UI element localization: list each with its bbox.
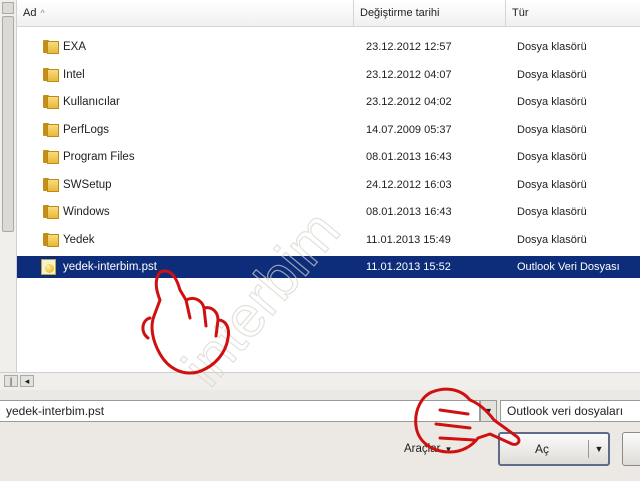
file-row[interactable]: SWSetup 24.12.2012 16:03 Dosya klasörü: [17, 174, 640, 196]
tools-button[interactable]: Araçlar ▼: [404, 438, 452, 460]
file-type: Outlook Veri Dosyası: [517, 261, 620, 273]
chevron-down-icon: ▼: [484, 406, 493, 416]
file-list-pane[interactable]: Ad ^ Değiştirme tarihi Tür EXA 23.12.2012 …: [0, 0, 640, 372]
file-name: SWSetup: [63, 179, 112, 191]
file-date: 24.12.2012 16:03: [366, 179, 452, 191]
file-type: Dosya klasörü: [517, 96, 587, 108]
file-row[interactable]: Yedek 11.01.2013 15:49 Dosya klasörü: [17, 229, 640, 251]
file-type: Dosya klasörü: [517, 41, 587, 53]
file-name: EXA: [63, 41, 87, 53]
file-type: Dosya klasörü: [517, 69, 587, 81]
file-row-selected[interactable]: yedek-interbim.pst 11.01.2013 15:52 Outloo…: [17, 256, 640, 278]
file-date: 08.01.2013 16:43: [366, 206, 452, 218]
file-type: Dosya klasörü: [517, 234, 587, 246]
column-header-name[interactable]: Ad ^: [17, 0, 354, 26]
file-date: 11.01.2013 15:52: [366, 261, 451, 273]
vertical-scroll-thumb[interactable]: [2, 16, 14, 232]
file-name: PerfLogs: [63, 124, 110, 136]
folder-icon: [43, 205, 59, 219]
pst-file-icon: [41, 259, 58, 275]
column-name-label: Ad: [23, 7, 37, 19]
split-divider: [588, 440, 589, 458]
file-name: Intel: [63, 69, 85, 81]
file-row[interactable]: EXA 23.12.2012 12:57 Dosya klasörü: [17, 36, 640, 58]
file-row[interactable]: Kullanıcılar 23.12.2012 04:02 Dosya klasör…: [17, 91, 640, 113]
file-row[interactable]: Program Files 08.01.2013 16:43 Dosya klasö…: [17, 146, 640, 168]
filetype-select[interactable]: Outlook veri dosyaları: [500, 400, 640, 422]
file-type: Dosya klasörü: [517, 124, 587, 136]
file-date: 23.12.2012 04:07: [366, 69, 452, 81]
open-button-label: Aç: [534, 442, 549, 456]
cancel-button[interactable]: [622, 432, 640, 466]
horizontal-scrollbar[interactable]: | ◂: [0, 372, 640, 390]
filename-input[interactable]: [0, 400, 480, 422]
file-row[interactable]: Windows 08.01.2013 16:43 Dosya klasörü: [17, 201, 640, 223]
tools-label: Araçlar: [404, 443, 441, 455]
file-date: 11.01.2013 15:49: [366, 234, 451, 246]
file-name: Windows: [63, 206, 110, 218]
scroll-left-button[interactable]: ◂: [20, 375, 34, 387]
chevron-down-icon: ▼: [444, 445, 453, 454]
file-row[interactable]: PerfLogs 14.07.2009 05:37 Dosya klasörü: [17, 119, 640, 141]
folder-icon: [43, 178, 59, 192]
file-date: 23.12.2012 12:57: [366, 41, 452, 53]
open-button[interactable]: Aç ▼: [498, 432, 610, 466]
file-type: Dosya klasörü: [517, 206, 587, 218]
folder-icon: [43, 68, 59, 82]
file-name: yedek-interbim.pst: [63, 261, 157, 273]
open-options-dropdown-icon[interactable]: ▼: [592, 434, 606, 464]
file-date: 23.12.2012 04:02: [366, 96, 452, 108]
file-type: Dosya klasörü: [517, 151, 587, 163]
folder-icon: [43, 150, 59, 164]
vertical-scrollbar[interactable]: [0, 0, 17, 372]
file-date: 08.01.2013 16:43: [366, 151, 452, 163]
folder-icon: [43, 95, 59, 109]
column-header-date[interactable]: Değiştirme tarihi: [354, 0, 506, 26]
folder-icon: [43, 233, 59, 247]
column-date-label: Değiştirme tarihi: [360, 7, 440, 19]
column-type-label: Tür: [512, 7, 529, 19]
file-name: Program Files: [63, 151, 135, 163]
file-date: 14.07.2009 05:37: [366, 124, 452, 136]
column-header-type[interactable]: Tür: [506, 0, 640, 26]
file-type: Dosya klasörü: [517, 179, 587, 191]
column-header: Ad ^ Değiştirme tarihi Tür: [17, 0, 640, 27]
folder-icon: [43, 123, 59, 137]
file-name: Kullanıcılar: [63, 96, 120, 108]
scroll-up-button[interactable]: [2, 2, 14, 14]
file-row[interactable]: Intel 23.12.2012 04:07 Dosya klasörü: [17, 64, 640, 86]
scroll-left-icon[interactable]: |: [4, 375, 18, 387]
filename-dropdown-button[interactable]: ▼: [480, 400, 497, 422]
sort-ascending-icon: ^: [40, 8, 45, 18]
folder-icon: [43, 40, 59, 54]
file-name: Yedek: [63, 234, 95, 246]
